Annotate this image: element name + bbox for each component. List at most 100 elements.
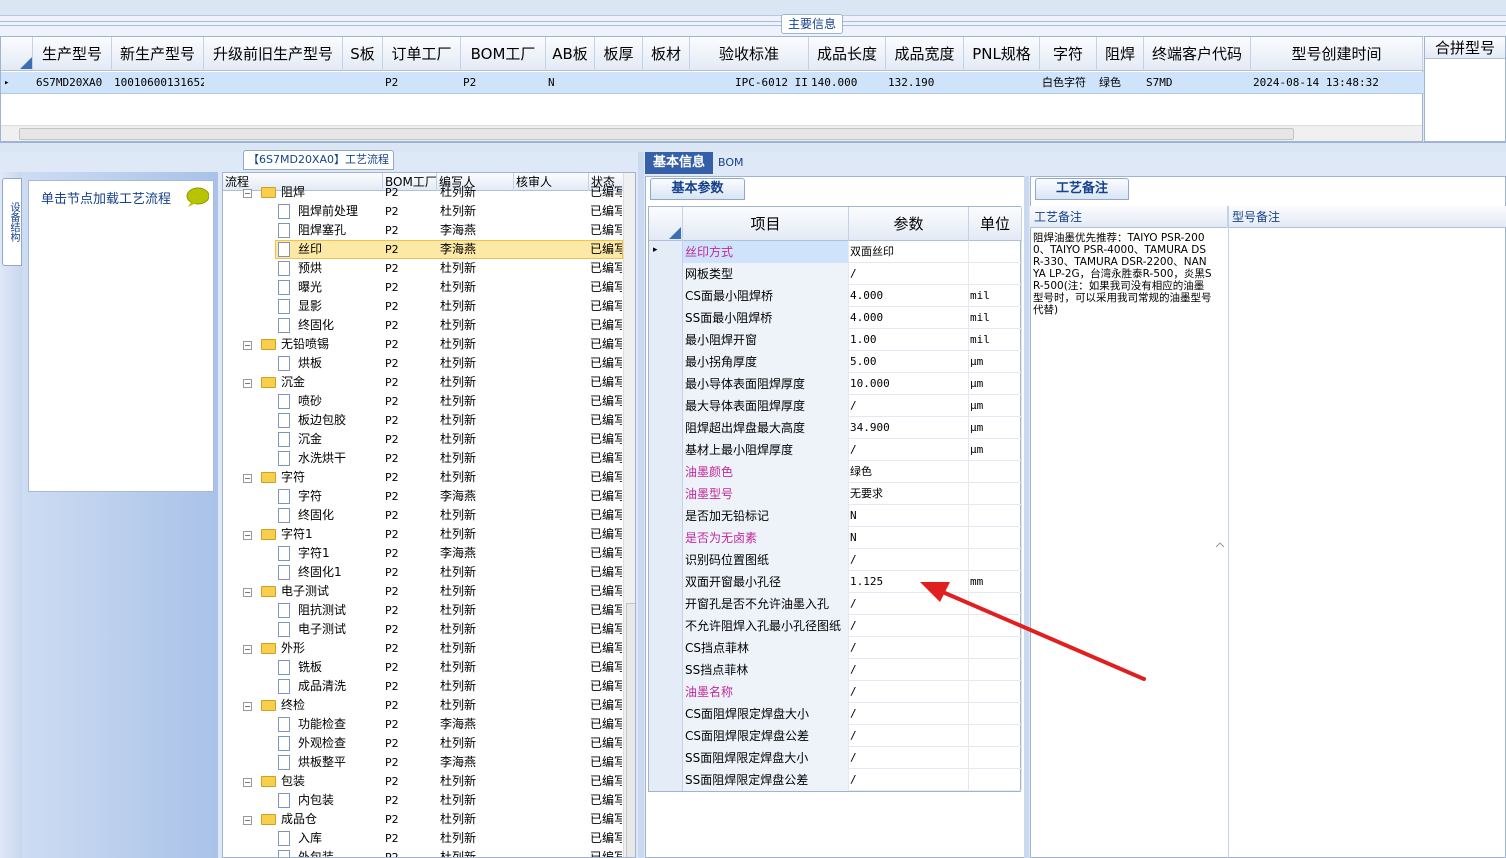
tree-node[interactable]: 铣板 P2 杜列新 已编写 (223, 658, 623, 677)
tree-node[interactable]: − 字符 P2 杜列新 已编写 (223, 468, 623, 487)
param-value[interactable]: / (849, 703, 969, 725)
grid-col-header[interactable]: S板 (343, 37, 383, 71)
tree-node[interactable]: 字符1 P2 李海燕 已编写 (223, 544, 623, 563)
params-row[interactable]: 识别码位置图纸 / (649, 549, 1022, 571)
params-row[interactable]: CS面阻焊限定焊盘大小 / (649, 703, 1022, 725)
tree-node[interactable]: − 无铅喷锡 P2 杜列新 已编写 (223, 335, 623, 354)
tree-node[interactable]: − 外形 P2 杜列新 已编写 (223, 639, 623, 658)
tree-node[interactable]: 阻抗测试 P2 杜列新 已编写 (223, 601, 623, 620)
tree-node[interactable]: 入库 P2 杜列新 已编写 (223, 829, 623, 848)
tree-node[interactable]: 外包装 P2 杜列新 已编写 (223, 848, 623, 857)
grid-col-header[interactable]: 板厚 (595, 37, 643, 71)
grid-cell[interactable] (966, 72, 1040, 94)
grid-cell[interactable]: 6S7MD20XA0 (36, 72, 112, 94)
notes-title[interactable]: 工艺备注 (1035, 178, 1129, 200)
tree-node[interactable]: 功能检查 P2 李海燕 已编写 (223, 715, 623, 734)
params-row[interactable]: 最小阻焊开窗 1.00 mil (649, 329, 1022, 351)
tab-basic-info[interactable]: 基本信息 (645, 152, 713, 174)
tree-node[interactable]: 内包装 P2 杜列新 已编写 (223, 791, 623, 810)
params-row[interactable]: 是否加无铅标记 N (649, 505, 1022, 527)
param-value[interactable]: 无要求 (849, 483, 969, 505)
params-row[interactable]: 阻焊超出焊盘最大高度 34.900 μm (649, 417, 1022, 439)
params-row[interactable]: SS面阻焊限定焊盘公差 / (649, 769, 1022, 791)
tree-node[interactable]: 喷砂 P2 杜列新 已编写 (223, 392, 623, 411)
grid-col-header[interactable]: 终端客户代码 (1144, 37, 1251, 71)
flow-tab-title[interactable]: 【6S7MD20XA0】工艺流程 (243, 150, 394, 170)
tree-node[interactable]: 字符 P2 李海燕 已编写 (223, 487, 623, 506)
grid-col-header[interactable]: 阻焊 (1097, 37, 1144, 71)
grid-col-header[interactable]: 成品宽度 (886, 37, 964, 71)
horizontal-splitter[interactable] (0, 142, 1506, 152)
grid-col-header[interactable]: 板材 (643, 37, 690, 71)
params-row[interactable]: CS面阻焊限定焊盘公差 / (649, 725, 1022, 747)
grid-cell[interactable]: P2 (463, 72, 546, 94)
param-value[interactable]: N (849, 505, 969, 527)
grid-col-header[interactable]: PNL规格 (964, 37, 1040, 71)
tree-node[interactable]: − 字符1 P2 杜列新 已编写 (223, 525, 623, 544)
tree-node[interactable]: 阻焊前处理 P2 杜列新 已编写 (223, 202, 623, 221)
param-value[interactable]: / (849, 395, 969, 417)
grid-col-header[interactable]: 验收标准 (690, 37, 809, 71)
grid-cell[interactable]: 2024-08-14 13:48:32 (1253, 72, 1423, 94)
params-row[interactable]: SS面最小阻焊桥 4.000 mil (649, 307, 1022, 329)
grid-cell[interactable] (206, 72, 343, 94)
load-flow-box[interactable]: 单击节点加载工艺流程 (28, 180, 214, 492)
tab-bom[interactable]: BOM (718, 152, 758, 174)
param-value[interactable]: / (849, 747, 969, 769)
grid-col-header[interactable]: 新生产型号 (112, 37, 204, 71)
grid-cell[interactable] (597, 72, 643, 94)
vertical-splitter-2[interactable] (1024, 176, 1029, 858)
main-info-title[interactable]: 主要信息 (781, 14, 843, 34)
vertical-splitter[interactable] (638, 152, 644, 858)
tree-node[interactable]: 电子测试 P2 杜列新 已编写 (223, 620, 623, 639)
param-value[interactable]: / (849, 439, 969, 461)
params-col-header[interactable]: 单位 (969, 207, 1022, 241)
collapse-toggle-icon[interactable]: − (243, 588, 252, 597)
params-row[interactable]: 油墨型号 无要求 (649, 483, 1022, 505)
collapse-toggle-icon[interactable]: − (243, 778, 252, 787)
param-value[interactable]: 绿色 (849, 461, 969, 483)
tree-node[interactable]: − 包装 P2 杜列新 已编写 (223, 772, 623, 791)
tree-node[interactable]: 显影 P2 杜列新 已编写 (223, 297, 623, 316)
collapse-toggle-icon[interactable]: − (243, 645, 252, 654)
tree-node[interactable]: 丝印 P2 李海燕 已编写 (223, 240, 623, 259)
grid-cell[interactable]: N (548, 72, 595, 94)
tree-node[interactable]: 水洗烘干 P2 杜列新 已编写 (223, 449, 623, 468)
tree-node[interactable]: − 沉金 P2 杜列新 已编写 (223, 373, 623, 392)
collapse-toggle-icon[interactable]: − (243, 531, 252, 540)
tree-vertical-scrollbar[interactable] (623, 173, 635, 857)
grid-col-header[interactable]: BOM工厂 (461, 37, 546, 71)
param-value[interactable]: 4.000 (849, 285, 969, 307)
tree-node[interactable]: 曝光 P2 杜列新 已编写 (223, 278, 623, 297)
scroll-thumb[interactable] (626, 603, 635, 857)
grid-cell[interactable]: 132.190 (888, 72, 964, 94)
grid-col-header[interactable]: 订单工厂 (383, 37, 461, 71)
params-row[interactable]: 基材上最小阻焊厚度 / μm (649, 439, 1022, 461)
device-structure-tab[interactable]: 设备结构 (2, 178, 22, 266)
tree-node[interactable]: 终固化1 P2 杜列新 已编写 (223, 563, 623, 582)
grid-cell[interactable]: 10010600131652 (114, 72, 204, 94)
tree-node[interactable]: − 终检 P2 杜列新 已编写 (223, 696, 623, 715)
tree-node[interactable]: 终固化 P2 杜列新 已编写 (223, 506, 623, 525)
collapse-toggle-icon[interactable]: − (243, 341, 252, 350)
params-row[interactable]: SS面阻焊限定焊盘大小 / (649, 747, 1022, 769)
tree-node[interactable]: 终固化 P2 杜列新 已编写 (223, 316, 623, 335)
param-value[interactable]: 5.00 (849, 351, 969, 373)
tree-node[interactable]: 预烘 P2 杜列新 已编写 (223, 259, 623, 278)
params-row[interactable]: 最小拐角厚度 5.00 μm (649, 351, 1022, 373)
params-col-header[interactable]: 参数 (849, 207, 969, 241)
param-value[interactable]: 4.000 (849, 307, 969, 329)
param-value[interactable]: / (849, 549, 969, 571)
basic-params-title[interactable]: 基本参数 (650, 178, 745, 200)
collapse-toggle-icon[interactable]: − (243, 702, 252, 711)
grid-col-header[interactable]: AB板 (546, 37, 595, 71)
grid-col-header[interactable]: 型号创建时间 (1251, 37, 1423, 71)
params-row[interactable]: CS面最小阻焊桥 4.000 mil (649, 285, 1022, 307)
collapse-toggle-icon[interactable]: − (243, 816, 252, 825)
tree-node[interactable]: 板边包胶 P2 杜列新 已编写 (223, 411, 623, 430)
params-row[interactable]: 最大导体表面阻焊厚度 / μm (649, 395, 1022, 417)
tree-node[interactable]: − 电子测试 P2 杜列新 已编写 (223, 582, 623, 601)
grid-row[interactable]: ▸ 6S7MD20XA0 10010600131652 P2 P2 N IPC-6012 I… (1, 72, 1424, 94)
collapse-toggle-icon[interactable]: − (243, 379, 252, 388)
grid-col-header[interactable]: 字符 (1040, 37, 1097, 71)
